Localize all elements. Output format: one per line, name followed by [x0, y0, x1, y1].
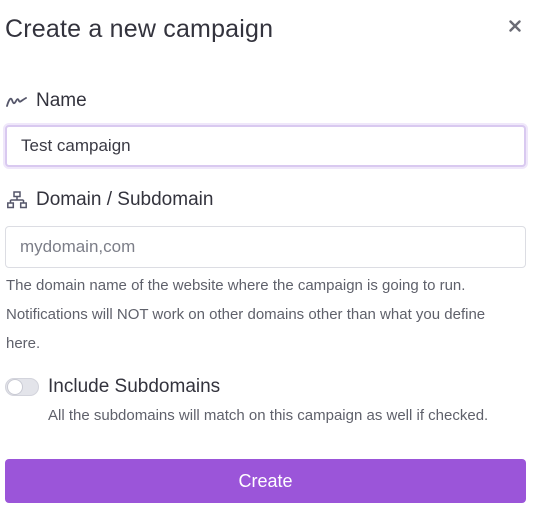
campaign-name-input[interactable] [5, 125, 526, 167]
create-button[interactable]: Create [5, 459, 526, 503]
name-label-row: Name [6, 90, 87, 112]
subdomains-help-text: All the subdomains will match on this ca… [48, 407, 489, 424]
toggle-knob [7, 379, 23, 395]
include-subdomains-toggle[interactable] [5, 378, 39, 396]
domain-help-text: The domain name of the website where the… [6, 277, 486, 352]
domain-input[interactable] [5, 226, 526, 268]
include-subdomains-row: Include Subdomains [5, 376, 220, 398]
include-subdomains-label: Include Subdomains [48, 376, 221, 397]
signature-icon [6, 92, 28, 110]
name-label: Name [36, 90, 87, 111]
domain-label-row: Domain / Subdomain [6, 189, 213, 211]
close-icon [509, 20, 521, 32]
create-campaign-modal: Create a new campaign Name Domain / Subd… [0, 0, 536, 516]
close-button[interactable] [505, 16, 525, 36]
sitemap-icon [6, 191, 28, 209]
domain-label: Domain / Subdomain [36, 189, 214, 210]
modal-title: Create a new campaign [5, 15, 274, 43]
